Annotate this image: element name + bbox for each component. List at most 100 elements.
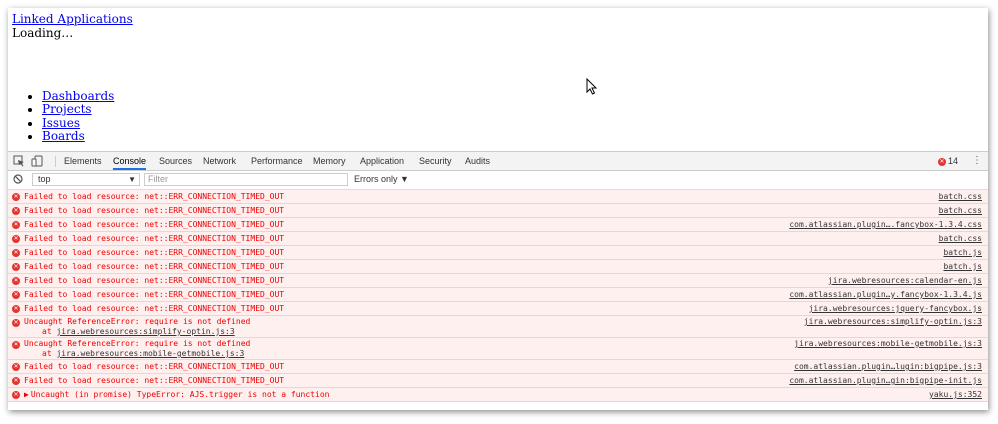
- console-message: Uncaught (in promise) TypeError: AJS.tri…: [30, 390, 330, 399]
- chevron-down-icon: ▼: [400, 174, 409, 184]
- nav-item-dashboards: Dashboards: [42, 89, 114, 103]
- loading-text: Loading…: [12, 26, 74, 40]
- more-options-icon[interactable]: ⋮: [972, 155, 982, 166]
- source-link[interactable]: com.atlassian.plugin…lugin:bigpipe.js:3: [794, 360, 982, 373]
- error-icon: ✕: [12, 363, 20, 371]
- console-error-row: ✕ Uncaught ReferenceError: require is no…: [8, 316, 988, 338]
- console-message: Failed to load resource: net::ERR_CONNEC…: [24, 290, 285, 299]
- browser-window: Linked Applications Loading… Dashboards …: [8, 8, 988, 410]
- log-level-value: Errors only: [354, 174, 398, 184]
- error-icon: ✕: [12, 291, 20, 299]
- console-error-row: ✕ Failed to load resource: net::ERR_CONNE…: [8, 360, 988, 374]
- console-error-row: ✕ Failed to load resource: net::ERR_CONNE…: [8, 288, 988, 302]
- tab-sources[interactable]: Sources: [159, 152, 192, 170]
- tab-memory[interactable]: Memory: [313, 152, 346, 170]
- error-icon: ✕: [12, 277, 20, 285]
- console-error-row: ✕ Failed to load resource: net::ERR_CONNE…: [8, 232, 988, 246]
- devtools-panel: Elements Console Sources Network Perform…: [8, 151, 988, 410]
- console-message: Failed to load resource: net::ERR_CONNEC…: [24, 248, 285, 257]
- source-link[interactable]: jira.webresources:jquery-fancybox.js: [809, 302, 982, 315]
- error-icon: ✕: [12, 221, 20, 229]
- source-link[interactable]: batch.css: [939, 204, 982, 217]
- console-message: Uncaught ReferenceError: require is not …: [24, 339, 251, 348]
- console-message: Failed to load resource: net::ERR_CONNEC…: [24, 262, 285, 271]
- console-error-row: ✕ Failed to load resource: net::ERR_CONNE…: [8, 302, 988, 316]
- nav-link-issues[interactable]: Issues: [42, 116, 80, 130]
- filter-input[interactable]: Filter: [144, 173, 348, 186]
- error-icon: ✕: [12, 377, 20, 385]
- tab-console[interactable]: Console: [113, 152, 147, 170]
- device-toolbar-icon[interactable]: [31, 155, 43, 167]
- stack-trace-line: at jira.webresources:mobile-getmobile.js…: [24, 349, 982, 359]
- linked-applications-link[interactable]: Linked Applications: [12, 12, 133, 26]
- console-error-row: ✕ Failed to load resource: net::ERR_CONNE…: [8, 274, 988, 288]
- source-link[interactable]: jira.webresources:calendar-en.js: [828, 274, 982, 287]
- source-link[interactable]: com.atlassian.plugin…gin:bigpipe-init.js: [789, 374, 982, 387]
- page-viewport: Linked Applications Loading… Dashboards …: [8, 8, 988, 151]
- error-icon: ✕: [12, 305, 20, 313]
- error-icon: ✕: [12, 319, 20, 327]
- error-counter[interactable]: ✕ 14: [937, 152, 958, 170]
- stack-source-link[interactable]: jira.webresources:simplify-optin.js:3: [56, 327, 234, 336]
- error-icon: ✕: [12, 263, 20, 271]
- console-message: Failed to load resource: net::ERR_CONNEC…: [24, 276, 285, 285]
- source-link[interactable]: jira.webresources:simplify-optin.js:3: [804, 317, 982, 327]
- nav-item-projects: Projects: [42, 103, 114, 116]
- source-link[interactable]: batch.js: [943, 246, 982, 259]
- tab-audits[interactable]: Audits: [465, 152, 490, 170]
- nav-link-dashboards[interactable]: Dashboards: [42, 89, 114, 103]
- source-link[interactable]: batch.css: [939, 190, 982, 203]
- devtools-tabbar: Elements Console Sources Network Perform…: [8, 151, 988, 171]
- nav-item-issues: Issues: [42, 116, 114, 130]
- console-error-row: ✕ Failed to load resource: net::ERR_CONNE…: [8, 204, 988, 218]
- error-icon: ✕: [12, 235, 20, 243]
- nav-list: Dashboards Projects Issues Boards: [12, 89, 114, 143]
- console-message: Failed to load resource: net::ERR_CONNEC…: [24, 206, 285, 215]
- console-message: Failed to load resource: net::ERR_CONNEC…: [24, 192, 285, 201]
- nav-item-boards: Boards: [42, 129, 114, 143]
- console-error-row: ✕ Failed to load resource: net::ERR_CONNE…: [8, 190, 988, 204]
- console-error-row: ✕ Failed to load resource: net::ERR_CONNE…: [8, 246, 988, 260]
- console-error-row: ✕ Failed to load resource: net::ERR_CONNE…: [8, 260, 988, 274]
- stack-at-prefix: at: [42, 349, 57, 358]
- error-count: 14: [947, 156, 958, 166]
- log-level-selector[interactable]: Errors only ▼: [354, 173, 409, 186]
- tab-application[interactable]: Application: [360, 152, 404, 170]
- error-icon: ✕: [12, 341, 20, 349]
- console-message: Failed to load resource: net::ERR_CONNEC…: [24, 304, 285, 313]
- source-link[interactable]: yaku.js:352: [929, 388, 982, 401]
- console-message: Failed to load resource: net::ERR_CONNEC…: [24, 362, 285, 371]
- console-error-row: ✕ Failed to load resource: net::ERR_CONNE…: [8, 218, 988, 232]
- source-link[interactable]: com.atlassian.plugin…y.fancybox-1.3.4.js: [789, 288, 982, 301]
- source-link[interactable]: jira.webresources:mobile-getmobile.js:3: [794, 339, 982, 349]
- chevron-down-icon: ▼: [128, 175, 136, 184]
- source-link[interactable]: batch.css: [939, 232, 982, 245]
- tab-elements[interactable]: Elements: [64, 152, 102, 170]
- stack-trace-line: at jira.webresources:simplify-optin.js:3: [24, 327, 982, 337]
- console-error-row[interactable]: ✕ ▶ Uncaught (in promise) TypeError: AJS.t…: [8, 388, 988, 402]
- nav-link-boards[interactable]: Boards: [42, 129, 85, 143]
- expand-triangle-icon[interactable]: ▶: [24, 390, 29, 399]
- tabbar-divider: [55, 156, 56, 167]
- tab-security[interactable]: Security: [419, 152, 452, 170]
- console-messages: ✕Failed to load resource: net::ERR_CONNE…: [8, 190, 988, 410]
- error-icon: ✕: [937, 157, 946, 166]
- error-icon: ✕: [12, 207, 20, 215]
- clear-console-icon[interactable]: [13, 174, 23, 184]
- console-error-row: ✕ Uncaught ReferenceError: require is no…: [8, 338, 988, 360]
- source-link[interactable]: com.atlassian.plugin….fancybox-1.3.4.css: [789, 218, 982, 231]
- console-message: Failed to load resource: net::ERR_CONNEC…: [24, 234, 285, 243]
- error-icon: ✕: [12, 391, 20, 399]
- context-value: top: [38, 174, 51, 184]
- console-message: Uncaught ReferenceError: require is not …: [24, 317, 251, 326]
- context-selector[interactable]: top ▼: [32, 173, 140, 186]
- inspect-element-icon[interactable]: [13, 155, 25, 167]
- tab-network[interactable]: Network: [203, 152, 236, 170]
- error-icon: ✕: [12, 249, 20, 257]
- nav-link-projects[interactable]: Projects: [42, 102, 92, 116]
- console-message: Failed to load resource: net::ERR_CONNEC…: [24, 376, 285, 385]
- tab-performance[interactable]: Performance: [251, 152, 303, 170]
- stack-source-link[interactable]: jira.webresources:mobile-getmobile.js:3: [56, 349, 244, 358]
- stack-at-prefix: at: [42, 327, 57, 336]
- source-link[interactable]: batch.js: [943, 260, 982, 273]
